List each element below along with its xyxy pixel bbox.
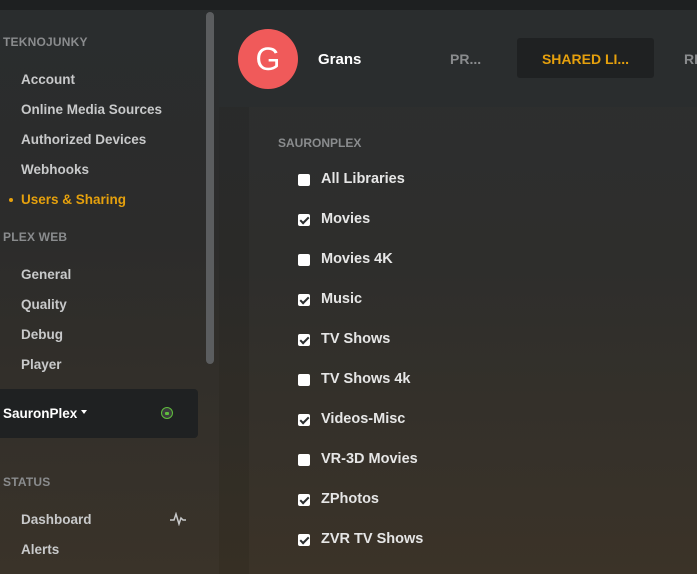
library-checkbox[interactable] — [298, 214, 310, 226]
lock-icon — [161, 407, 173, 419]
sidebar-scrollbar[interactable] — [206, 12, 214, 364]
library-checkbox[interactable] — [298, 534, 310, 546]
section-heading-plex-web: PLEX WEB — [3, 230, 68, 244]
user-name: Grans — [318, 51, 362, 68]
library-label: All Libraries — [321, 171, 405, 187]
activity-icon — [170, 512, 186, 526]
library-label: Videos-Misc — [321, 411, 406, 427]
sidebar-item-quality[interactable]: Quality — [21, 297, 67, 312]
tab-shared-libraries[interactable]: SHARED LI... — [517, 38, 654, 78]
active-indicator-dot — [9, 198, 13, 202]
library-checkbox[interactable] — [298, 414, 310, 426]
tab-restrictions[interactable]: RE — [684, 38, 697, 78]
library-checkbox[interactable] — [298, 174, 310, 186]
library-label: Music — [321, 291, 363, 307]
server-name: SauronPlex — [3, 406, 78, 421]
library-label: Movies — [321, 211, 371, 227]
library-label: TV Shows 4k — [321, 371, 411, 387]
chevron-down-icon — [81, 410, 87, 414]
library-checkbox[interactable] — [298, 254, 310, 266]
library-label: ZPhotos — [321, 491, 379, 507]
section-heading-account: TEKNOJUNKY — [3, 35, 88, 49]
library-label: TV Shows — [321, 331, 391, 347]
library-label: ZVR TV Shows — [321, 531, 424, 547]
tab-profile[interactable]: PR... — [450, 38, 490, 78]
library-checkbox[interactable] — [298, 294, 310, 306]
library-checkbox[interactable] — [298, 454, 310, 466]
library-checkbox[interactable] — [298, 334, 310, 346]
sidebar-item-account[interactable]: Account — [21, 72, 75, 87]
library-checkbox[interactable] — [298, 374, 310, 386]
top-bar — [0, 0, 697, 10]
section-heading-status: STATUS — [3, 475, 51, 489]
sidebar-item-player[interactable]: Player — [21, 357, 62, 372]
sidebar-item-dashboard[interactable]: Dashboard — [21, 512, 92, 527]
sidebar-item-webhooks[interactable]: Webhooks — [21, 162, 89, 177]
server-heading: SAURONPLEX — [278, 136, 362, 150]
sidebar-item-alerts[interactable]: Alerts — [21, 542, 59, 557]
library-label: VR-3D Movies — [321, 451, 418, 467]
sidebar-item-users-sharing[interactable]: Users & Sharing — [21, 192, 126, 207]
sidebar-item-general[interactable]: General — [21, 267, 71, 282]
avatar: G — [238, 29, 298, 89]
content-gutter — [219, 107, 249, 574]
sidebar-item-debug[interactable]: Debug — [21, 327, 63, 342]
sidebar-item-authorized-devices[interactable]: Authorized Devices — [21, 132, 146, 147]
library-label: Movies 4K — [321, 251, 393, 267]
sidebar-item-online-media-sources[interactable]: Online Media Sources — [21, 102, 162, 117]
library-checkbox[interactable] — [298, 494, 310, 506]
sidebar — [0, 10, 219, 574]
server-selector[interactable]: SauronPlex — [0, 389, 198, 438]
